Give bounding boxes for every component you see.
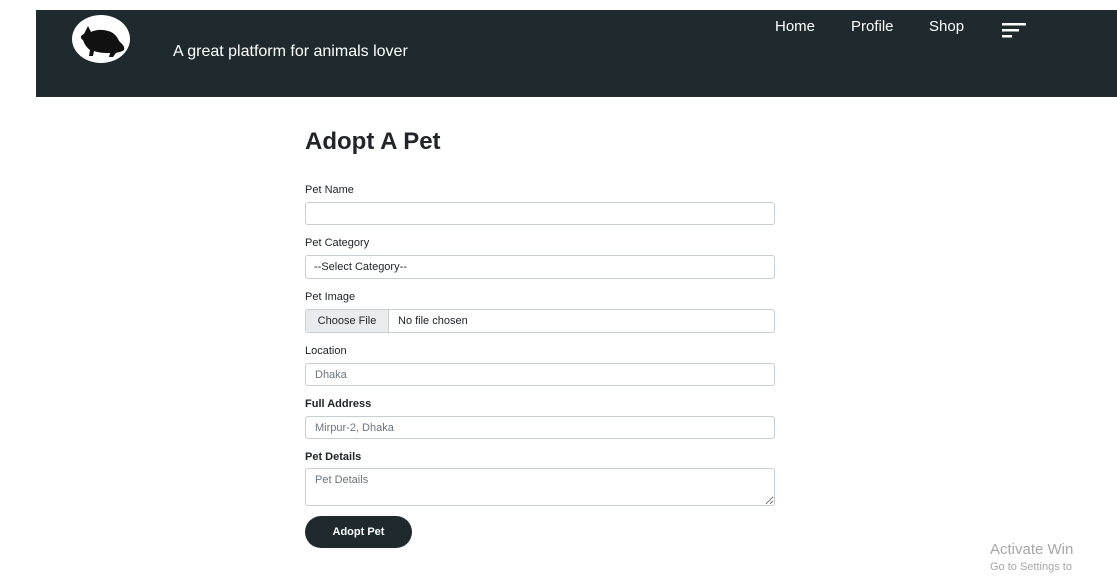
pet-image-file-input: Choose File No file chosen — [305, 309, 775, 333]
full-address-input[interactable] — [305, 416, 775, 439]
site-logo[interactable] — [72, 15, 130, 63]
activate-windows-title: Activate Win — [990, 541, 1074, 558]
file-status-text: No file chosen — [398, 315, 468, 327]
choose-file-button[interactable]: Choose File — [306, 310, 389, 332]
site-tagline: A great platform for animals lover — [173, 43, 408, 60]
menu-icon[interactable] — [1002, 22, 1028, 38]
nav-home-link[interactable]: Home — [775, 18, 815, 35]
site-header: A great platform for animals lover Home … — [36, 10, 1117, 97]
pet-category-selected: --Select Category-- — [314, 261, 407, 273]
pet-details-label: Pet Details — [305, 451, 362, 463]
pet-details-textarea[interactable] — [305, 468, 775, 506]
adopt-pet-button[interactable]: Adopt Pet — [305, 516, 412, 548]
pet-image-label: Pet Image — [305, 291, 356, 303]
activate-windows-subtitle: Go to Settings to — [990, 561, 1072, 573]
pet-name-input[interactable] — [305, 202, 775, 225]
page-title: Adopt A Pet — [305, 128, 441, 155]
location-input[interactable] — [305, 363, 775, 386]
pet-category-label: Pet Category — [305, 237, 370, 249]
nav-shop-link[interactable]: Shop — [929, 18, 964, 35]
cat-silhouette-icon — [80, 26, 125, 57]
location-label: Location — [305, 345, 347, 357]
pet-category-select[interactable]: --Select Category-- — [305, 255, 775, 279]
full-address-label: Full Address — [305, 398, 372, 410]
pet-name-label: Pet Name — [305, 184, 354, 196]
nav-profile-link[interactable]: Profile — [851, 18, 894, 35]
page: A great platform for animals lover Home … — [0, 0, 1117, 579]
